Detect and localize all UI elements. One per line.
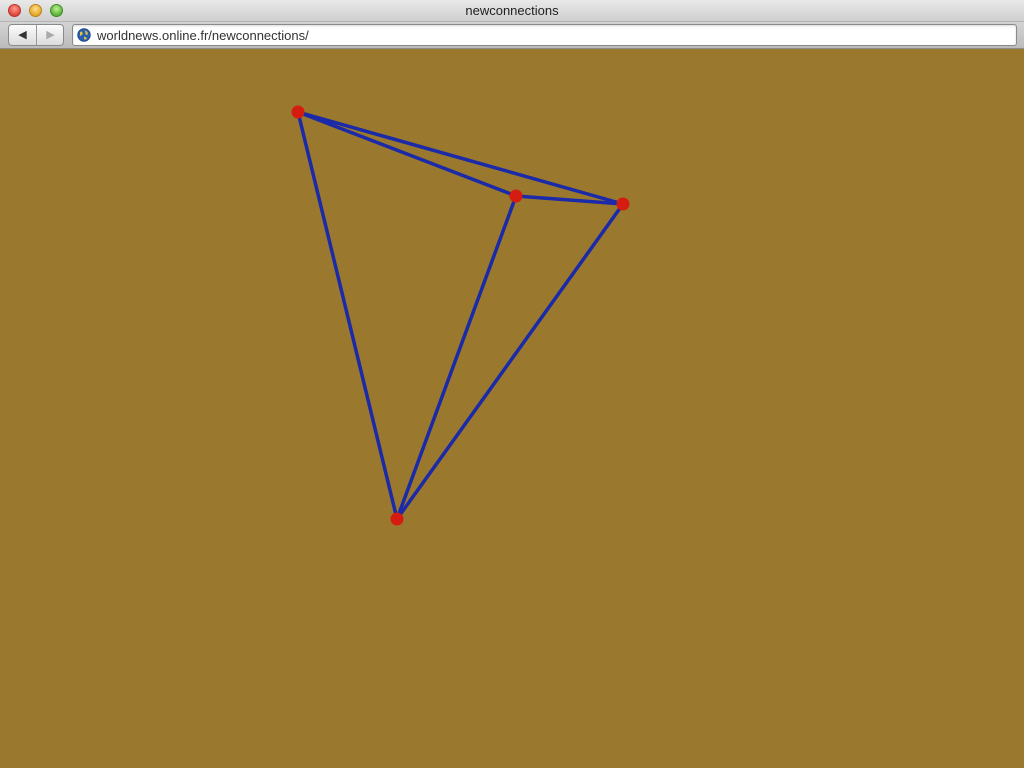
- graph-edge-C-D: [395, 202, 625, 521]
- back-arrow-icon: ◀: [18, 29, 27, 41]
- title-bar[interactable]: newconnections: [0, 0, 1024, 22]
- graph-edge-A-C: [296, 110, 625, 206]
- graph-node-B[interactable]: [509, 189, 523, 203]
- forward-arrow-icon: ▶: [46, 29, 55, 41]
- connection-graph[interactable]: [0, 49, 1024, 768]
- forward-button[interactable]: ▶: [37, 25, 63, 45]
- browser-window: newconnections ◀ ▶ worldnews.online.fr/n…: [0, 0, 1024, 768]
- browser-toolbar: ◀ ▶ worldnews.online.fr/newconnections/: [0, 22, 1024, 49]
- graph-edge-B-D: [395, 194, 518, 521]
- graph-node-A[interactable]: [291, 105, 305, 119]
- graph-node-C[interactable]: [616, 197, 630, 211]
- back-button[interactable]: ◀: [9, 25, 37, 45]
- address-bar[interactable]: worldnews.online.fr/newconnections/: [72, 24, 1017, 46]
- navigation-buttons: ◀ ▶: [8, 24, 64, 46]
- page-content[interactable]: [0, 49, 1024, 768]
- graph-edge-A-B: [296, 110, 518, 198]
- graph-node-D[interactable]: [390, 512, 404, 526]
- graph-edge-A-D: [296, 110, 399, 521]
- window-title: newconnections: [465, 3, 559, 18]
- address-bar-text: worldnews.online.fr/newconnections/: [97, 28, 309, 43]
- globe-icon: [77, 28, 91, 42]
